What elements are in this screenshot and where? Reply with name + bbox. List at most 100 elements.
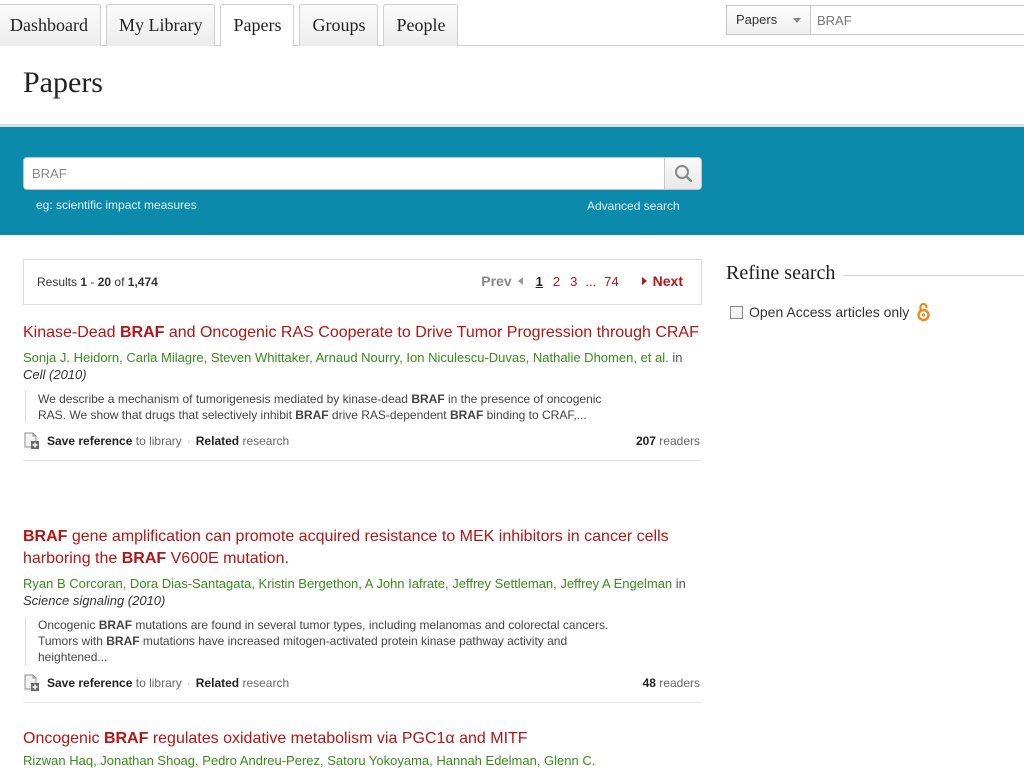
related-rest: research (239, 434, 290, 448)
page-link-last[interactable]: 74 (604, 274, 618, 289)
search-scope-label: Papers (736, 12, 778, 27)
readers-number: 48 (642, 676, 656, 690)
abstract-text: drive RAS-dependent (328, 408, 450, 422)
page-link-3[interactable]: 3 (570, 274, 577, 289)
separator-dot: · (186, 434, 191, 448)
prev-page-button[interactable]: Prev (481, 273, 511, 289)
paper-authors: Sonja J. Heidorn, Carla Milagre, Steven … (23, 349, 702, 383)
tab-my-library[interactable]: My Library (105, 4, 216, 46)
main-search-box (23, 157, 702, 190)
page-link-2[interactable]: 2 (553, 274, 560, 289)
readers-count: 48 readers (643, 676, 700, 690)
open-access-label[interactable]: Open Access articles only (749, 304, 909, 320)
search-band: eg: scientific impact measures Advanced … (0, 124, 1024, 235)
results-header: Results 1 - 20 of 1,474 Prev 1 2 3 ... 7… (23, 259, 702, 305)
author-list[interactable]: Sonja J. Heidorn, Carla Milagre, Steven … (23, 350, 669, 365)
related-research-link[interactable]: Related research (196, 676, 289, 690)
abstract-highlight: BRAF (106, 634, 140, 648)
pagination: Prev 1 2 3 ... 74 Next (481, 273, 683, 289)
related-rest: research (239, 676, 290, 690)
results-dash: - (87, 275, 98, 289)
save-reference-bold: Save reference (47, 676, 133, 690)
tab-people[interactable]: People (383, 4, 459, 46)
title-text: and Oncogenic RAS Cooperate to Drive Tum… (164, 324, 699, 341)
abstract-highlight: BRAF (449, 408, 484, 422)
search-button[interactable] (664, 158, 701, 189)
title-text: V600E mutation. (166, 550, 289, 567)
save-reference-link[interactable]: Save reference to library · Related resear… (47, 676, 289, 690)
save-reference-rest: to library (132, 434, 182, 448)
next-page-button[interactable]: Next (653, 273, 683, 289)
save-reference-bold: Save reference (47, 434, 133, 448)
title-highlight: BRAF (121, 550, 167, 567)
readers-label: readers (655, 676, 700, 690)
title-highlight: BRAF (23, 528, 68, 545)
open-access-filter: Open Access articles only (730, 302, 1024, 322)
pagination-ellipsis: ... (585, 273, 597, 289)
tab-papers[interactable]: Papers (220, 4, 295, 47)
result-item: BRAF gene amplification can promote acqu… (23, 526, 702, 703)
add-document-icon[interactable] (23, 432, 40, 449)
results-of: of (111, 275, 128, 289)
related-bold: Related (195, 434, 240, 448)
top-search-input[interactable] (811, 7, 1011, 33)
refine-search-heading: Refine search (726, 262, 1024, 285)
title-highlight: BRAF (103, 730, 149, 747)
journal-name: Science signaling (2010) (23, 593, 166, 608)
open-access-checkbox[interactable] (730, 305, 743, 319)
chevron-down-icon (793, 18, 801, 23)
readers-count: 207 readers (636, 434, 700, 448)
paper-actions: Save reference to library · Related resear… (23, 674, 702, 692)
paper-authors: Rizwan Haq, Jonathan Shoag, Pedro Andreu… (23, 752, 702, 769)
top-search-bar: Papers (726, 5, 1024, 35)
paper-abstract: Oncogenic BRAF mutations are found in se… (25, 617, 625, 665)
refine-search-panel: Refine search Open Access articles only (726, 262, 1024, 322)
journal-name: Cell (2010) (23, 367, 87, 382)
author-list[interactable]: Rizwan Haq, Jonathan Shoag, Pedro Andreu… (23, 753, 595, 768)
results-count: Results 1 - 20 of 1,474 (37, 275, 158, 289)
readers-label: readers (655, 434, 700, 448)
title-text: Kinase-Dead (23, 324, 120, 341)
author-list[interactable]: Ryan B Corcoran, Dora Dias-Santagata, Kr… (23, 576, 672, 591)
abstract-text: We describe a mechanism of tumorigenesis… (38, 392, 412, 406)
paper-title-link[interactable]: Kinase-Dead BRAF and Oncogenic RAS Coope… (23, 322, 702, 344)
search-scope-dropdown[interactable]: Papers (727, 6, 811, 34)
results-prefix: Results (37, 275, 81, 289)
results-to: 20 (97, 275, 112, 289)
main-search-input[interactable] (24, 158, 664, 189)
paper-title-link[interactable]: Oncogenic BRAF regulates oxidative metab… (23, 728, 702, 750)
tab-dashboard[interactable]: Dashboard (0, 4, 101, 46)
paper-title-link[interactable]: BRAF gene amplification can promote acqu… (23, 526, 702, 570)
save-reference-rest: to library (132, 676, 182, 690)
abstract-highlight: BRAF (98, 618, 133, 632)
results-total: 1,474 (127, 275, 158, 289)
readers-number: 207 (635, 434, 656, 448)
result-divider (23, 702, 702, 703)
in-label: in (668, 350, 683, 365)
nav-tabs: Dashboard My Library Papers Groups Peopl… (0, 4, 463, 47)
result-item: Kinase-Dead BRAF and Oncogenic RAS Coope… (23, 322, 702, 461)
abstract-text: binding to CRAF,... (483, 408, 587, 422)
open-access-lock-icon (917, 302, 930, 322)
title-text: gene amplification can promote acquired … (23, 528, 669, 567)
related-bold: Related (195, 676, 240, 690)
top-nav-bar: Dashboard My Library Papers Groups Peopl… (0, 0, 1024, 47)
related-research-link[interactable]: Related research (196, 434, 289, 448)
title-text: Oncogenic (23, 730, 104, 747)
advanced-search-link[interactable]: Advanced search (587, 199, 680, 213)
tab-groups[interactable]: Groups (299, 4, 379, 46)
triangle-right-icon (641, 277, 647, 285)
abstract-text: Oncogenic (38, 618, 99, 632)
triangle-left-icon (517, 277, 523, 285)
search-icon (675, 165, 693, 183)
refine-search-title: Refine search (726, 262, 836, 284)
separator-dot: · (186, 676, 191, 690)
page-title: Papers (23, 66, 103, 99)
heading-rule (843, 275, 1024, 276)
add-document-icon[interactable] (23, 674, 40, 691)
page-link-1[interactable]: 1 (536, 274, 543, 289)
save-reference-link[interactable]: Save reference to library · Related resear… (47, 434, 289, 448)
paper-abstract: We describe a mechanism of tumorigenesis… (25, 391, 625, 423)
title-text: regulates oxidative metabolism via PGC1α… (148, 730, 528, 747)
result-divider (23, 460, 702, 461)
